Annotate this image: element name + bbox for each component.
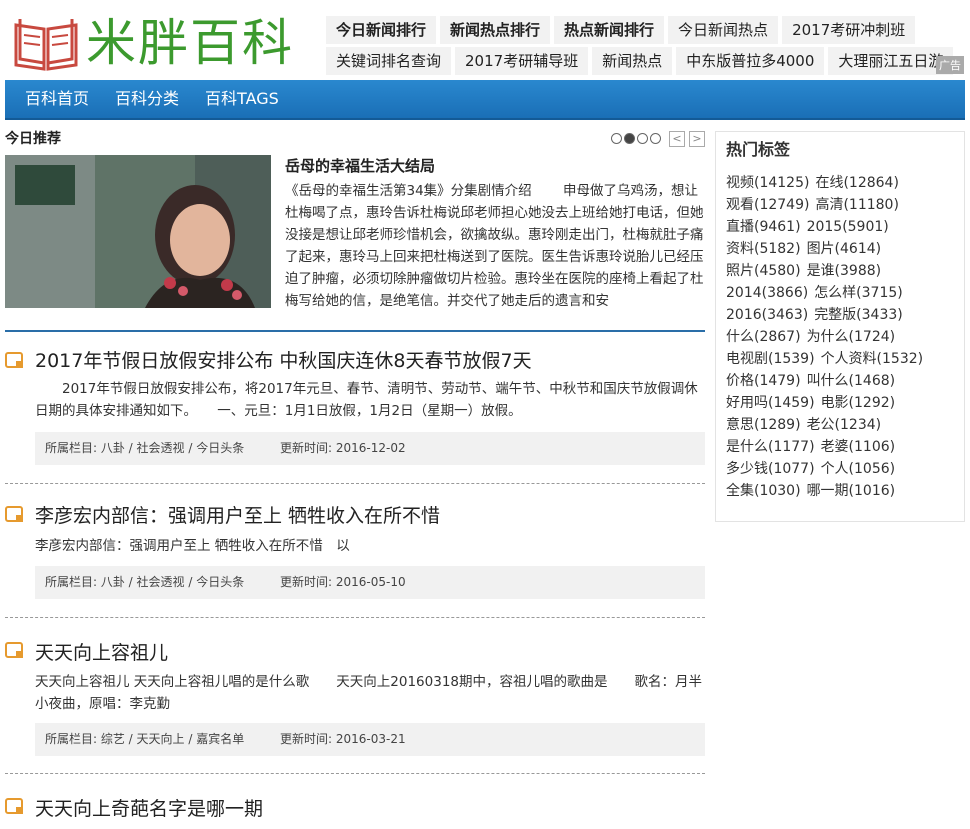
tag-link[interactable]: 高清(11180) bbox=[815, 194, 898, 216]
featured-article-text: 《岳母的幸福生活第34集》分集剧情介绍 申母做了乌鸡汤，想让杜梅喝了点，惠玲告诉… bbox=[285, 183, 704, 309]
article-title[interactable]: 天天向上容祖儿 bbox=[35, 638, 168, 665]
ad-link[interactable]: 今日新闻排行 bbox=[326, 16, 437, 44]
tag-link[interactable]: 视频(14125) bbox=[726, 172, 809, 194]
list-item: 2017年节假日放假安排公布 中秋国庆连休8天春节放假7天 2017年节假日放假… bbox=[5, 332, 705, 484]
slider-dot[interactable] bbox=[611, 133, 622, 144]
tag-link[interactable]: 照片(4580) bbox=[726, 260, 801, 282]
tag-link[interactable]: 电视剧(1539) bbox=[726, 348, 815, 370]
ad-links-row-2: 关键词排名查询 2017考研辅导班 新闻热点 中东版普拉多4000 大理丽江五日… bbox=[326, 47, 970, 75]
tag-link[interactable]: 什么(2867) bbox=[726, 326, 801, 348]
article-icon bbox=[5, 506, 23, 522]
tag-link[interactable]: 直播(9461) bbox=[726, 216, 801, 238]
slider-dot-active[interactable] bbox=[624, 133, 635, 144]
tag-link[interactable]: 全集(1030) bbox=[726, 480, 801, 502]
featured-article-title[interactable]: 岳母的幸福生活大结局 bbox=[285, 155, 705, 176]
slider-dot[interactable] bbox=[637, 133, 648, 144]
tag-link[interactable]: 老婆(1106) bbox=[821, 436, 896, 458]
prev-arrow-icon[interactable]: < bbox=[669, 131, 685, 147]
tag-link[interactable]: 是什么(1177) bbox=[726, 436, 815, 458]
site-header: 米胖百科 今日新闻排行 新闻热点排行 热点新闻排行 今日新闻热点 2017考研冲… bbox=[0, 0, 970, 80]
tag-link[interactable]: 2014(3866) bbox=[726, 282, 808, 304]
article-date: 更新时间: 2016-05-10 bbox=[280, 575, 406, 589]
site-name: 米胖百科 bbox=[86, 14, 294, 72]
tag-link[interactable]: 2016(3463) bbox=[726, 304, 808, 326]
featured-section-title: 今日推荐 bbox=[5, 131, 61, 147]
tag-link[interactable]: 好用吗(1459) bbox=[726, 392, 815, 414]
article-category: 所属栏目: 八卦 / 社会透视 / 今日头条 bbox=[45, 441, 245, 455]
tag-link[interactable]: 怎么样(3715) bbox=[814, 282, 903, 304]
article-title[interactable]: 李彦宏内部信：强调用户至上 牺牲收入在所不惜 bbox=[35, 501, 440, 528]
nav-item-tags[interactable]: 百科TAGS bbox=[205, 80, 279, 118]
tag-link[interactable]: 观看(12749) bbox=[726, 194, 809, 216]
tag-link[interactable]: 完整版(3433) bbox=[814, 304, 903, 326]
tag-link[interactable]: 个人资料(1532) bbox=[821, 348, 924, 370]
sidebar-title: 热门标签 bbox=[726, 140, 791, 159]
article-summary: 天天向上容祖儿 天天向上容祖儿唱的是什么歌 天天向上20160318期中，容祖儿… bbox=[35, 674, 703, 712]
tag-link[interactable]: 2015(5901) bbox=[807, 216, 889, 238]
article-category: 所属栏目: 八卦 / 社会透视 / 今日头条 bbox=[45, 575, 245, 589]
nav-item-categories[interactable]: 百科分类 bbox=[115, 80, 179, 118]
header-ad-links: 今日新闻排行 新闻热点排行 热点新闻排行 今日新闻热点 2017考研冲刺班 关键… bbox=[326, 16, 970, 78]
article-list: 2017年节假日放假安排公布 中秋国庆连休8天春节放假7天 2017年节假日放假… bbox=[5, 332, 705, 824]
article-icon bbox=[5, 642, 23, 658]
tag-link[interactable]: 多少钱(1077) bbox=[726, 458, 815, 480]
list-item: 李彦宏内部信：强调用户至上 牺牲收入在所不惜 李彦宏内部信：强调用户至上 牺牲收… bbox=[5, 484, 705, 618]
article-category: 所属栏目: 综艺 / 天天向上 / 嘉宾名单 bbox=[45, 732, 245, 746]
featured-section: 今日推荐 < > 岳母的幸福生活大结局 《岳母的幸福生活第34集》分集剧情介绍 … bbox=[5, 128, 705, 332]
tag-link[interactable]: 为什么(1724) bbox=[807, 326, 896, 348]
article-date: 更新时间: 2016-12-02 bbox=[280, 441, 406, 455]
slider-dot[interactable] bbox=[650, 133, 661, 144]
ad-link[interactable]: 2017考研冲刺班 bbox=[782, 16, 916, 44]
article-icon bbox=[5, 798, 23, 814]
article-icon bbox=[5, 352, 23, 368]
article-meta: 所属栏目: 八卦 / 社会透视 / 今日头条 更新时间: 2016-05-10 bbox=[35, 566, 705, 599]
list-item: 天天向上奇葩名字是哪一期 bbox=[5, 774, 705, 824]
ad-link[interactable]: 关键词排名查询 bbox=[326, 47, 452, 75]
nav-item-home[interactable]: 百科首页 bbox=[25, 80, 89, 118]
tag-link[interactable]: 老公(1234) bbox=[807, 414, 882, 436]
ad-link[interactable]: 今日新闻热点 bbox=[668, 16, 779, 44]
article-title[interactable]: 天天向上奇葩名字是哪一期 bbox=[35, 794, 263, 821]
tag-link[interactable]: 资料(5182) bbox=[726, 238, 801, 260]
tag-link[interactable]: 叫什么(1468) bbox=[807, 370, 896, 392]
article-summary: 2017年节假日放假安排公布，将2017年元旦、春节、清明节、劳动节、端午节、中… bbox=[35, 381, 698, 419]
tag-cloud: 视频(14125) 在线(12864) 观看(12749) 高清(11180) 直播(9… bbox=[726, 172, 954, 502]
featured-image[interactable] bbox=[5, 155, 271, 308]
main-nav: 百科首页 百科分类 百科TAGS bbox=[5, 80, 965, 120]
sidebar-hot-tags: 热门标签 视频(14125) 在线(12864) 观看(12749) 高清(11180… bbox=[715, 131, 965, 522]
ad-link[interactable]: 新闻热点 bbox=[592, 47, 673, 75]
ad-link[interactable]: 大理丽江五日游 bbox=[828, 47, 954, 75]
ad-badge: 广告 bbox=[936, 56, 964, 74]
slider-arrows: < > bbox=[665, 131, 705, 147]
article-title[interactable]: 2017年节假日放假安排公布 中秋国庆连休8天春节放假7天 bbox=[35, 346, 532, 373]
tag-link[interactable]: 电影(1292) bbox=[821, 392, 896, 414]
ad-link[interactable]: 热点新闻排行 bbox=[554, 16, 665, 44]
article-summary: 李彦宏内部信：强调用户至上 牺牲收入在所不惜 以 bbox=[35, 538, 350, 554]
featured-article: 岳母的幸福生活大结局 《岳母的幸福生活第34集》分集剧情介绍 申母做了乌鸡汤，想… bbox=[285, 155, 705, 312]
tag-link[interactable]: 个人(1056) bbox=[821, 458, 896, 480]
tag-link[interactable]: 价格(1479) bbox=[726, 370, 801, 392]
featured-header: 今日推荐 < > bbox=[5, 128, 705, 152]
article-date: 更新时间: 2016-03-21 bbox=[280, 732, 406, 746]
ad-link[interactable]: 新闻热点排行 bbox=[440, 16, 551, 44]
tag-link[interactable]: 意思(1289) bbox=[726, 414, 801, 436]
tag-link[interactable]: 在线(12864) bbox=[815, 172, 898, 194]
tag-link[interactable]: 图片(4614) bbox=[807, 238, 882, 260]
article-meta: 所属栏目: 八卦 / 社会透视 / 今日头条 更新时间: 2016-12-02 bbox=[35, 432, 705, 465]
book-icon bbox=[12, 15, 80, 71]
list-item: 天天向上容祖儿 天天向上容祖儿 天天向上容祖儿唱的是什么歌 天天向上201603… bbox=[5, 618, 705, 774]
slider-dots bbox=[609, 133, 661, 144]
ad-links-row-1: 今日新闻排行 新闻热点排行 热点新闻排行 今日新闻热点 2017考研冲刺班 bbox=[326, 16, 970, 44]
ad-link[interactable]: 中东版普拉多4000 bbox=[676, 47, 825, 75]
site-logo[interactable]: 米胖百科 bbox=[12, 12, 294, 74]
next-arrow-icon[interactable]: > bbox=[689, 131, 705, 147]
tag-link[interactable]: 是谁(3988) bbox=[807, 260, 882, 282]
article-meta: 所属栏目: 综艺 / 天天向上 / 嘉宾名单 更新时间: 2016-03-21 bbox=[35, 723, 705, 756]
tag-link[interactable]: 哪一期(1016) bbox=[807, 480, 896, 502]
ad-link[interactable]: 2017考研辅导班 bbox=[455, 47, 589, 75]
